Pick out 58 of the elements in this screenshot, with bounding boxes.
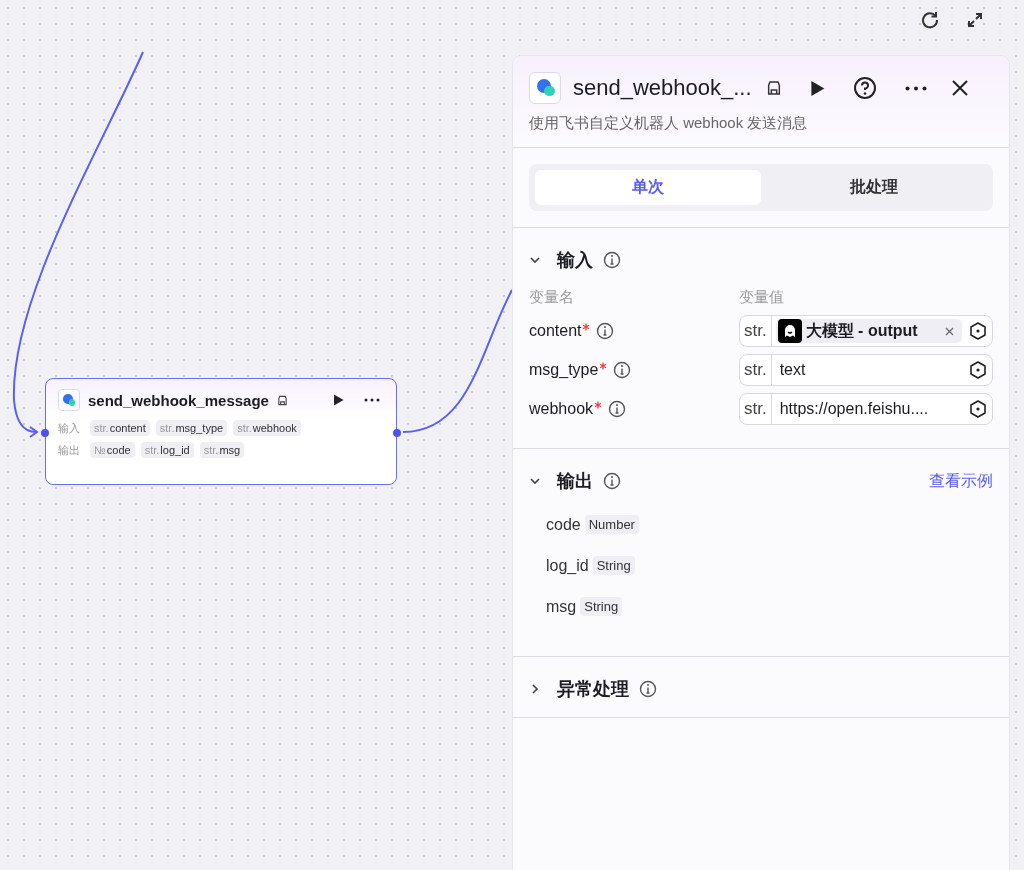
chat-bubble-icon bbox=[529, 72, 561, 104]
more-icon[interactable] bbox=[904, 85, 927, 91]
output-name: code bbox=[546, 515, 581, 534]
chevron-icon[interactable] bbox=[529, 254, 541, 266]
mode-tab[interactable]: 单次 bbox=[535, 170, 761, 205]
refresh-icon[interactable] bbox=[920, 10, 940, 30]
ghost-icon bbox=[777, 319, 802, 343]
value-field[interactable]: str. 大模型 - output bbox=[739, 315, 993, 347]
play-icon[interactable] bbox=[809, 79, 825, 97]
type-tag: Number bbox=[584, 515, 639, 534]
panel-description: 使用飞书自定义机器人 webhook 发送消息 bbox=[529, 114, 809, 133]
chevron-icon[interactable] bbox=[529, 683, 541, 695]
help-icon[interactable] bbox=[852, 76, 877, 100]
variable-icon[interactable] bbox=[968, 399, 988, 419]
column-header: 变量值 bbox=[739, 288, 785, 307]
value-field[interactable]: str. text bbox=[739, 354, 993, 386]
view-example-link[interactable]: 查看示例 bbox=[929, 470, 993, 492]
type-tag: String bbox=[580, 597, 623, 616]
close-icon[interactable] bbox=[950, 79, 969, 97]
output-name: log_id bbox=[546, 556, 589, 575]
input-label: 输入 bbox=[58, 420, 81, 436]
mode-tab[interactable]: 批处理 bbox=[761, 170, 987, 205]
more-icon[interactable] bbox=[364, 398, 380, 402]
info-icon[interactable] bbox=[603, 251, 621, 269]
parameter-name: content bbox=[529, 322, 582, 340]
parameter-tag: str.webhook bbox=[233, 420, 301, 436]
expand-icon[interactable] bbox=[966, 11, 984, 29]
parameter-name: webhook bbox=[529, 400, 594, 418]
type-tag: String bbox=[592, 556, 635, 575]
column-header: 变量名 bbox=[529, 288, 575, 307]
store-icon bbox=[276, 394, 288, 406]
variable-icon[interactable] bbox=[968, 360, 988, 380]
info-icon[interactable] bbox=[608, 400, 627, 418]
play-icon[interactable] bbox=[333, 394, 344, 406]
chevron-icon[interactable] bbox=[529, 475, 541, 487]
info-icon[interactable] bbox=[603, 472, 621, 490]
panel-title: send_webhook_... bbox=[573, 75, 752, 101]
output-label: 输出 bbox=[58, 442, 81, 458]
info-icon[interactable] bbox=[613, 361, 632, 379]
node-title: send_webhook_message bbox=[88, 391, 269, 409]
parameter-tag: str.msg_type bbox=[155, 420, 228, 436]
value-field[interactable]: str. https://open.feishu.... bbox=[739, 393, 993, 425]
section-title: 输入 bbox=[557, 249, 593, 272]
store-icon[interactable] bbox=[765, 80, 782, 96]
parameter-tag: №code bbox=[90, 442, 135, 458]
input-port[interactable] bbox=[41, 429, 49, 437]
parameter-tag: str.log_id bbox=[140, 442, 194, 458]
chat-bubble-icon bbox=[58, 389, 80, 411]
info-icon[interactable] bbox=[639, 680, 657, 698]
parameter-tag: str.msg bbox=[199, 442, 245, 458]
output-port[interactable] bbox=[393, 429, 401, 437]
parameter-name: msg_type bbox=[529, 361, 599, 379]
section-title: 异常处理 bbox=[557, 678, 629, 701]
info-icon[interactable] bbox=[596, 322, 615, 340]
variable-icon[interactable] bbox=[968, 321, 988, 341]
output-name: msg bbox=[546, 597, 577, 616]
section-title: 输出 bbox=[557, 470, 593, 493]
parameter-tag: str.content bbox=[90, 420, 150, 436]
